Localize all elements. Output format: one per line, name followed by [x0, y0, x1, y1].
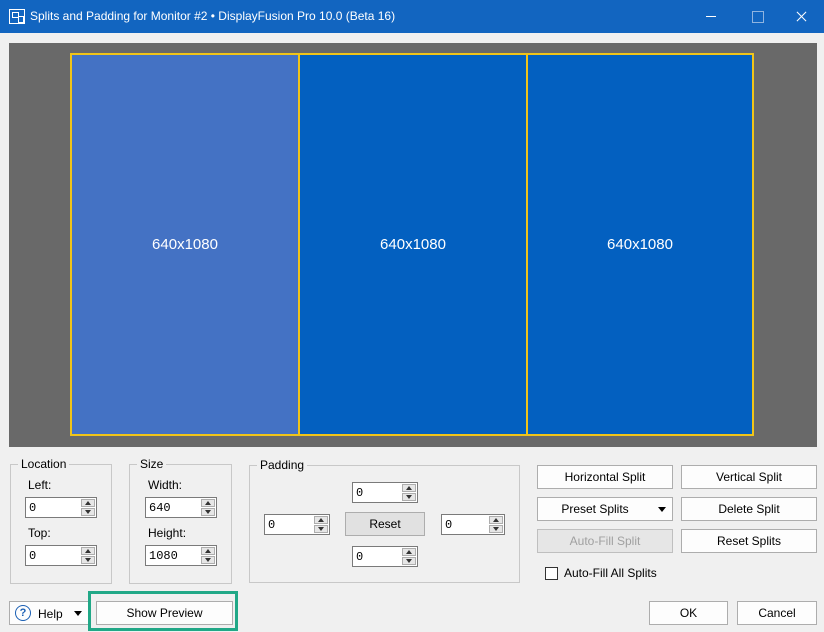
- spin-up-icon[interactable]: [201, 499, 215, 507]
- padding-bottom-value: 0: [356, 550, 364, 564]
- spin-up-icon[interactable]: [314, 516, 328, 524]
- close-icon[interactable]: [778, 0, 824, 33]
- split-region-2[interactable]: 640x1080: [298, 53, 528, 436]
- app-icon: [9, 9, 25, 24]
- show-preview-button[interactable]: Show Preview: [96, 601, 233, 625]
- spin-up-icon[interactable]: [81, 499, 95, 507]
- spin-down-icon[interactable]: [201, 508, 215, 516]
- width-value: 640: [149, 501, 171, 515]
- spin-up-icon[interactable]: [81, 547, 95, 555]
- left-value: 0: [29, 501, 37, 515]
- delete-split-button[interactable]: Delete Split: [681, 497, 817, 521]
- spin-down-icon[interactable]: [81, 508, 95, 516]
- window-title: Splits and Padding for Monitor #2 • Disp…: [30, 9, 396, 23]
- vertical-split-button[interactable]: Vertical Split: [681, 465, 817, 489]
- spin-up-icon[interactable]: [402, 548, 416, 556]
- spin-down-icon[interactable]: [402, 493, 416, 501]
- padding-left-spinner[interactable]: 0: [264, 514, 330, 535]
- ok-button[interactable]: OK: [649, 601, 728, 625]
- spin-up-icon[interactable]: [402, 484, 416, 492]
- spin-up-icon[interactable]: [201, 547, 215, 555]
- top-spinner[interactable]: 0: [25, 545, 97, 566]
- left-spinner[interactable]: 0: [25, 497, 97, 518]
- reset-splits-button[interactable]: Reset Splits: [681, 529, 817, 553]
- padding-right-spinner[interactable]: 0: [441, 514, 505, 535]
- dropdown-arrow-icon: [658, 507, 666, 512]
- spin-down-icon[interactable]: [489, 525, 503, 533]
- padding-reset-button[interactable]: Reset: [345, 512, 425, 536]
- preset-splits-dropdown[interactable]: Preset Splits: [537, 497, 673, 521]
- spin-up-icon[interactable]: [489, 516, 503, 524]
- size-group: Size Width: 640 Height: 1080: [129, 457, 232, 584]
- auto-fill-split-button[interactable]: Auto-Fill Split: [537, 529, 673, 553]
- spin-down-icon[interactable]: [81, 556, 95, 564]
- padding-group-title: Padding: [257, 458, 308, 472]
- spin-down-icon[interactable]: [402, 557, 416, 565]
- width-label: Width:: [148, 478, 183, 492]
- title-bar: Splits and Padding for Monitor #2 • Disp…: [0, 0, 824, 33]
- dropdown-arrow-icon: [74, 611, 82, 616]
- location-group-title: Location: [18, 457, 70, 471]
- split-size-label: 640x1080: [152, 236, 218, 253]
- auto-fill-all-label: Auto-Fill All Splits: [564, 566, 657, 580]
- padding-top-spinner[interactable]: 0: [352, 482, 418, 503]
- padding-group: Padding 0 0 Reset 0 0: [249, 458, 520, 583]
- split-region-1[interactable]: 640x1080: [70, 53, 300, 436]
- padding-right-value: 0: [445, 518, 453, 532]
- horizontal-split-button[interactable]: Horizontal Split: [537, 465, 673, 489]
- maximize-icon[interactable]: [734, 0, 780, 33]
- size-group-title: Size: [137, 457, 167, 471]
- help-icon: ?: [15, 605, 31, 621]
- preset-splits-label: Preset Splits: [561, 502, 629, 516]
- location-group: Location Left: 0 Top: 0: [10, 457, 112, 584]
- monitor-preview: 640x1080 640x1080 640x1080: [9, 43, 817, 447]
- padding-top-value: 0: [356, 486, 364, 500]
- help-dropdown-button[interactable]: ? Help: [9, 601, 89, 625]
- top-value: 0: [29, 549, 37, 563]
- split-region-3[interactable]: 640x1080: [526, 53, 754, 436]
- split-size-label: 640x1080: [607, 236, 673, 253]
- height-label: Height:: [148, 526, 187, 540]
- spin-down-icon[interactable]: [314, 525, 328, 533]
- padding-bottom-spinner[interactable]: 0: [352, 546, 418, 567]
- padding-left-value: 0: [268, 518, 276, 532]
- height-spinner[interactable]: 1080: [145, 545, 217, 566]
- help-label: Help: [38, 607, 63, 621]
- width-spinner[interactable]: 640: [145, 497, 217, 518]
- auto-fill-all-checkbox[interactable]: [545, 567, 558, 580]
- spin-down-icon[interactable]: [201, 556, 215, 564]
- height-value: 1080: [149, 549, 178, 563]
- minimize-icon[interactable]: [688, 0, 734, 33]
- cancel-button[interactable]: Cancel: [737, 601, 817, 625]
- top-label: Top:: [28, 526, 51, 540]
- split-size-label: 640x1080: [380, 236, 446, 253]
- left-label: Left:: [28, 478, 52, 492]
